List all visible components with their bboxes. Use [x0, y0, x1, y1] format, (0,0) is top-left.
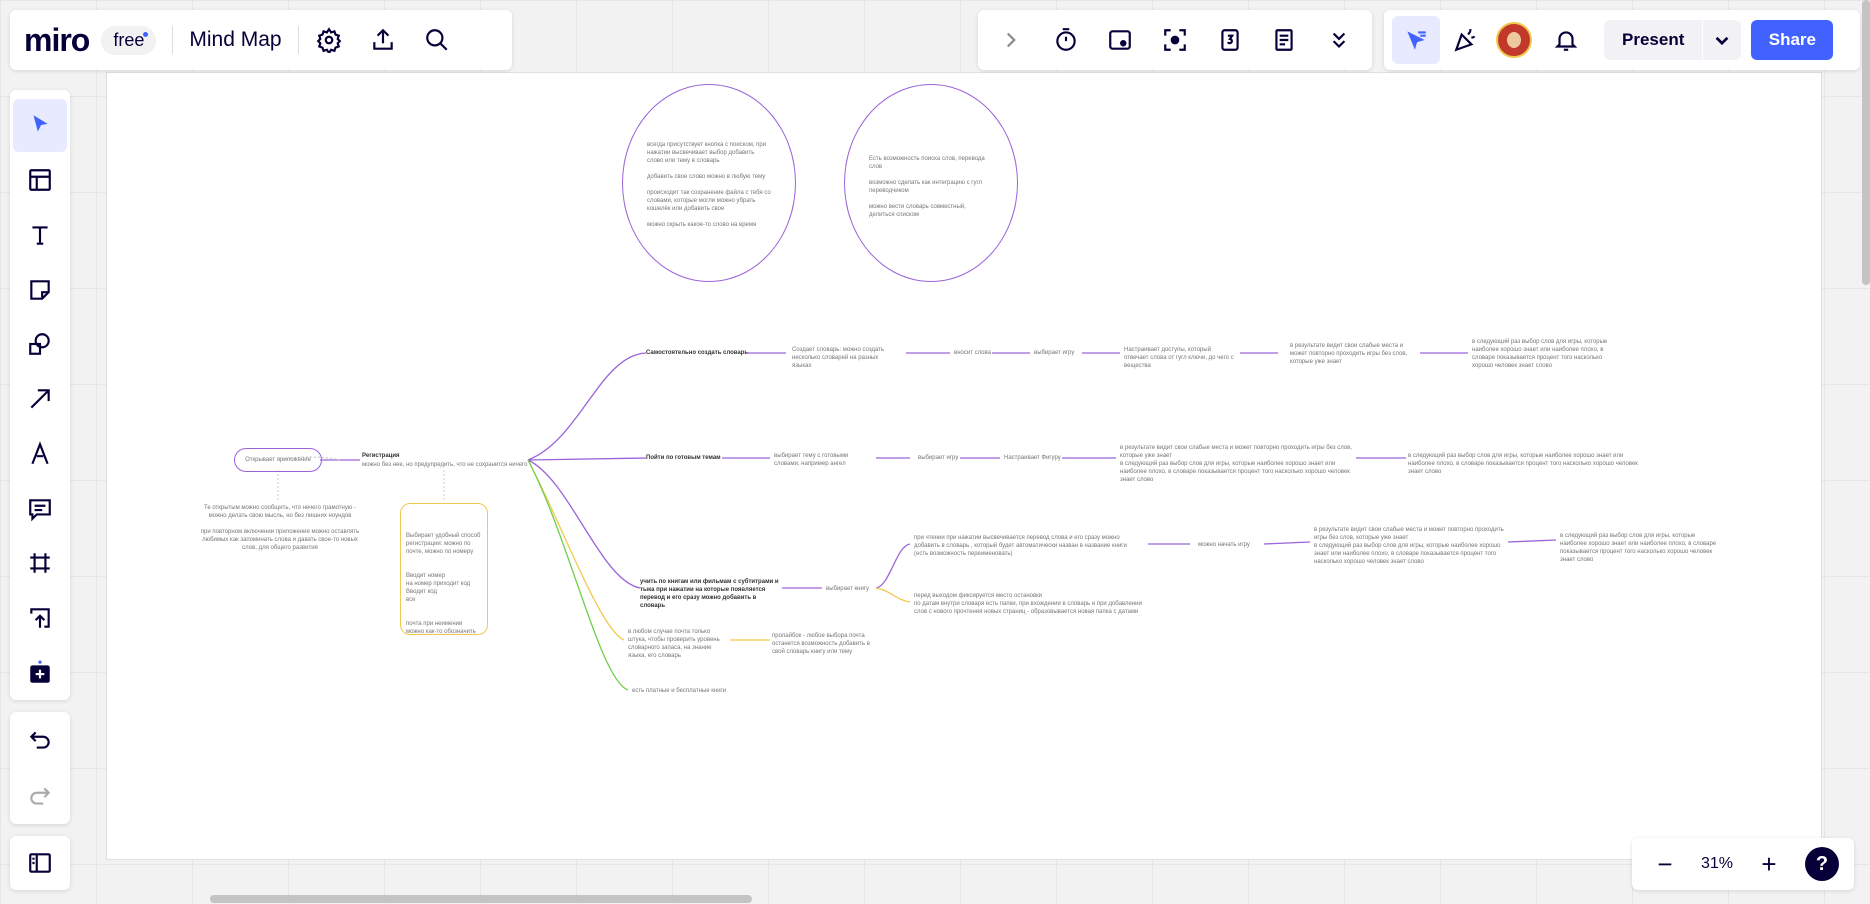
branch-1-title[interactable]: Самостоятельно создать словарь [646, 349, 748, 357]
ellipse1-line-3: происходит так сохранение файла с тебя с… [647, 190, 771, 212]
registration-box[interactable]: Выбирает удобный способ регистрации: мож… [400, 503, 488, 635]
notifications-bell-icon[interactable] [1546, 20, 1586, 60]
ellipse2-line-3: можно вести словарь совместный, делиться… [869, 204, 966, 218]
search-icon[interactable] [417, 20, 457, 60]
redo-icon[interactable] [13, 769, 67, 823]
ellipse1-line-4: можно скрыть какое-то слово на время [647, 222, 757, 228]
creation-toolbar [10, 90, 70, 700]
horizontal-scrollbar[interactable] [210, 895, 752, 903]
zoom-controls: − 31% + ? [1632, 838, 1854, 890]
shapes-icon[interactable] [13, 318, 67, 371]
notes-document-icon[interactable] [1264, 20, 1304, 60]
pen-icon[interactable] [13, 427, 67, 480]
branch-1-node-6[interactable]: в следующий раз выбор слов для игры, кот… [1472, 338, 1620, 370]
branch-1-node-1[interactable]: Создает словарь: можно создать несколько… [792, 346, 896, 370]
branch-1-node-2[interactable]: вносит слова [954, 349, 991, 357]
branch-2-node-1[interactable]: выбирает тему с готовыми словами, наприм… [774, 452, 874, 468]
avatar-face [1507, 32, 1521, 48]
ellipse1-line-2: добавить свое слово можно в любую тему [647, 174, 766, 180]
settings-gear-icon[interactable] [309, 20, 349, 60]
present-button[interactable]: Present [1604, 30, 1702, 50]
celebrate-icon[interactable] [1446, 20, 1486, 60]
branch-3-node-6[interactable]: перед выходом фиксируется место остановк… [914, 592, 1146, 616]
comment-icon[interactable] [13, 482, 67, 535]
text-tool-icon[interactable] [13, 208, 67, 261]
branch-3-node-4[interactable]: в результате видит свои слабые места и м… [1314, 526, 1504, 566]
board-panel-toggle [10, 836, 70, 890]
undo-redo-panel [10, 712, 70, 824]
templates-icon[interactable] [13, 154, 67, 207]
registration-box-3: почта при неимении можно как-то обозначи… [406, 621, 476, 635]
share-button[interactable]: Share [1751, 20, 1834, 60]
branch-2-node-4[interactable]: в результате видит свои слабые места и м… [1120, 444, 1356, 484]
branch-2-node-3[interactable]: Настраивает Фигуру [1004, 454, 1061, 462]
registration-box-1: Выбирает удобный способ регистрации: мож… [406, 533, 481, 555]
branch-3-node-1[interactable]: выбирает книгу [826, 585, 869, 593]
board-header-panel: miro free Mind Map [10, 10, 512, 70]
image-screen-icon[interactable] [1100, 20, 1140, 60]
chevrons-down-icon[interactable] [1319, 20, 1359, 60]
help-button[interactable]: ? [1804, 847, 1839, 881]
zoom-in-button[interactable]: + [1751, 849, 1787, 880]
branch-1-node-5[interactable]: в результате видит свои слабые места и м… [1290, 342, 1418, 366]
reactions-cursor-icon[interactable] [1392, 16, 1440, 64]
sidebar-panel-icon[interactable] [13, 839, 67, 887]
focus-frame-icon[interactable] [1155, 20, 1195, 60]
root-note-2: при повторном включении приложения можно… [200, 529, 360, 551]
upload-icon[interactable] [13, 592, 67, 645]
zoom-out-button[interactable]: − [1647, 849, 1683, 880]
collaboration-toolbar [978, 10, 1372, 70]
chevron-right-icon[interactable] [991, 20, 1031, 60]
select-cursor-icon[interactable] [13, 99, 67, 152]
branch-3-node-5[interactable]: в следующий раз выбор слов для игры, кот… [1560, 532, 1720, 564]
vertical-scrollbar[interactable] [1862, 0, 1870, 285]
undo-icon[interactable] [13, 713, 67, 767]
branch-2-node-5[interactable]: в следующий раз выбор слов для игры, кот… [1408, 452, 1640, 476]
present-button-group: Present [1604, 20, 1742, 60]
plan-badge-dot [143, 31, 149, 37]
branch-3-title[interactable]: учить по книгам или фильмам с субтитрами… [640, 578, 780, 610]
branch-5-title[interactable]: есть платные и бесплатные книги [632, 687, 726, 695]
branch-4-title[interactable]: в любом случае почта только штука, чтобы… [628, 628, 728, 660]
plan-badge-label: free [113, 29, 145, 50]
sticky-note-icon[interactable] [13, 263, 67, 316]
board-title[interactable]: Mind Map [189, 28, 281, 52]
plan-badge[interactable]: free [101, 25, 157, 55]
registration-box-2: Вводит номер на номер приходит код Вводи… [406, 573, 471, 603]
present-dropdown-chevron-icon[interactable] [1703, 20, 1741, 60]
note-ellipse-1[interactable]: всегда присутствует кнопка с поиском, пр… [622, 84, 796, 282]
user-avatar[interactable] [1496, 22, 1532, 58]
branch-2-node-2[interactable]: выбирает игру [918, 454, 958, 462]
zoom-level[interactable]: 31% [1701, 855, 1733, 873]
mind-map-root[interactable]: Открывает приложение [234, 448, 322, 472]
timer-icon[interactable] [1046, 20, 1086, 60]
branch-3-node-3[interactable]: можно начать игру [1198, 541, 1250, 549]
divider [297, 26, 299, 54]
root-label: Открывает приложение [245, 457, 311, 463]
ellipse1-line-1: всегда присутствует кнопка с поиском, пр… [647, 142, 767, 164]
divider [172, 26, 174, 54]
ellipse2-line-2: возможно сделать как интеграцию с гугл п… [869, 180, 983, 194]
root-note-1: Те открытым можно сообщить, что нечего г… [203, 505, 356, 519]
branch-1-node-3[interactable]: выбирает игру [1034, 349, 1074, 357]
branch-3-node-2[interactable]: при чтении при нажатии высвечивается пер… [914, 534, 1142, 558]
miro-logo[interactable]: miro [24, 22, 90, 59]
ellipse2-line-1: Есть возможность поиска слов, перевода с… [869, 156, 985, 170]
branch-2-title[interactable]: Пойти по готовым темам [646, 454, 721, 462]
share-toolbar: Present Share [1384, 10, 1860, 70]
branch-4-node[interactable]: пролайбок - любое выбора почта останется… [772, 632, 872, 656]
registration-title[interactable]: Регистрация [362, 452, 400, 460]
voting-number-icon[interactable] [1210, 20, 1250, 60]
note-ellipse-2[interactable]: Есть возможность поиска слов, перевода с… [844, 84, 1018, 282]
branch-1-node-4[interactable]: Настраивает доступы, который отвечает сл… [1124, 346, 1236, 370]
registration-sub: можно без нее, но предупредить, что не с… [362, 462, 528, 468]
more-apps-plus-icon[interactable] [13, 646, 67, 699]
root-notes: Те открытым можно сообщить, что нечего г… [196, 504, 364, 552]
frame-icon[interactable] [13, 537, 67, 590]
connection-arrow-icon[interactable] [13, 373, 67, 426]
upload-export-icon[interactable] [363, 20, 403, 60]
